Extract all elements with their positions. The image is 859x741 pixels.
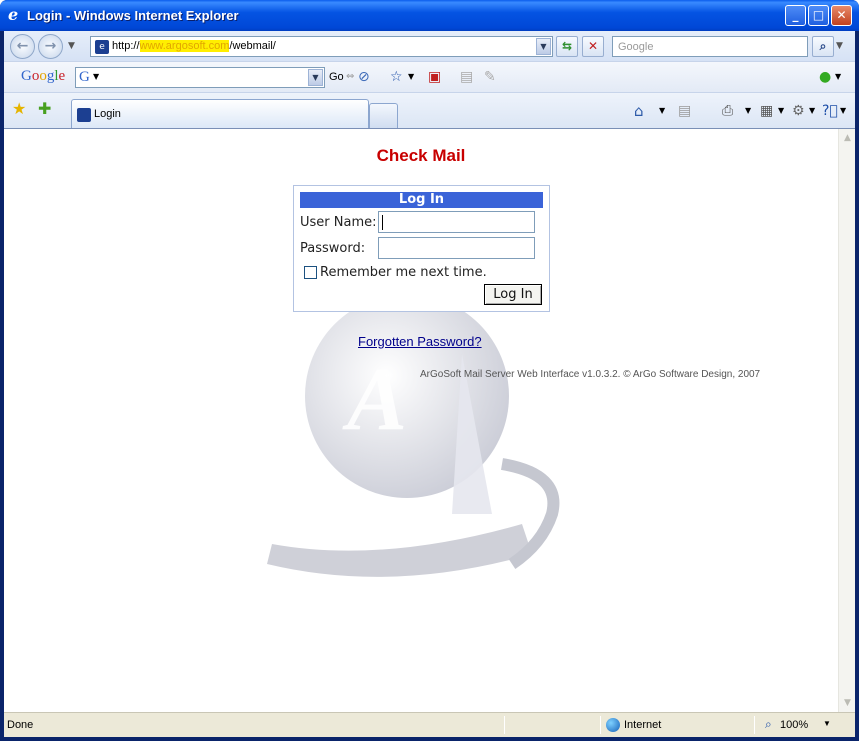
google-g-dropdown-icon[interactable]: ▼ xyxy=(93,67,99,87)
google-search-field[interactable]: G ▼ ▼ xyxy=(75,67,325,88)
address-url: http://www.argosoft.com/webmail/ xyxy=(112,40,276,52)
remember-label[interactable]: Remember me next time. xyxy=(320,265,487,280)
search-icon[interactable]: ⌕ xyxy=(812,36,834,57)
refresh-button[interactable]: ⇆ xyxy=(556,36,578,57)
window-title: Login - Windows Internet Explorer xyxy=(27,8,239,23)
tab-page-icon xyxy=(77,108,91,122)
back-button[interactable]: ← xyxy=(10,34,35,59)
page-title: Check Mail xyxy=(376,146,466,165)
address-dropdown-icon[interactable]: ▼ xyxy=(536,38,551,55)
tab-label: Login xyxy=(94,108,121,120)
address-row: ← → ▼ e http://www.argosoft.com/webmail/… xyxy=(4,31,855,61)
new-tab-button[interactable] xyxy=(369,103,398,129)
print-dropdown-icon[interactable]: ▼ xyxy=(745,101,751,121)
bookmark-star-icon[interactable]: ☆ xyxy=(390,67,403,87)
zoom-magnifier-icon[interactable]: ⌕ xyxy=(765,717,772,732)
login-button[interactable]: Log In xyxy=(484,284,542,305)
vertical-scrollbar[interactable]: ▲ ▼ xyxy=(838,129,855,712)
help-dropdown-icon[interactable]: ▼ xyxy=(840,101,846,121)
search-input[interactable]: Google xyxy=(612,36,808,57)
tab-login[interactable]: Login xyxy=(71,99,369,129)
google-g-icon: G xyxy=(79,69,90,85)
google-logo: Google xyxy=(21,68,66,84)
scroll-down-icon[interactable]: ▼ xyxy=(840,695,855,711)
popup-blocker-icon[interactable]: ▣ xyxy=(428,67,441,87)
status-bar: Done Internet ⌕ 100% ▼ xyxy=(4,712,855,737)
forgot-password-link[interactable]: Forgotten Password? xyxy=(358,334,482,349)
separator-arrows-icon: ⇔ xyxy=(346,71,355,82)
text-cursor xyxy=(382,215,383,230)
maximize-button[interactable]: □ xyxy=(808,5,829,26)
help-icon[interactable]: ?⃝ xyxy=(822,101,838,121)
password-label: Password: xyxy=(300,241,366,256)
zoom-level[interactable]: 100% xyxy=(780,719,808,731)
scroll-up-icon[interactable]: ▲ xyxy=(840,130,855,146)
search-options-icon[interactable]: ▼ xyxy=(836,36,843,56)
page-dropdown-icon[interactable]: ▼ xyxy=(778,101,784,121)
status-separator xyxy=(504,716,505,734)
status-separator xyxy=(600,716,601,734)
browser-chrome: ← → ▼ e http://www.argosoft.com/webmail/… xyxy=(4,31,855,129)
page-content: A Check Mail Log In User Name: Password:… xyxy=(4,128,855,712)
history-dropdown-icon[interactable]: ▼ xyxy=(68,36,75,56)
ie-logo-icon: e xyxy=(8,5,19,24)
compass-icon[interactable]: ⊘ xyxy=(358,67,370,87)
forward-button[interactable]: → xyxy=(38,34,63,59)
settings-dropdown-icon[interactable]: ▼ xyxy=(835,67,841,87)
username-label: User Name: xyxy=(300,215,377,230)
svg-text:A: A xyxy=(342,350,407,449)
title-bar: e Login - Windows Internet Explorer _ □ … xyxy=(0,0,859,31)
home-dropdown-icon[interactable]: ▼ xyxy=(659,101,665,121)
add-favorite-icon[interactable]: ✚ xyxy=(38,99,51,119)
status-text: Done xyxy=(7,719,34,731)
address-bar[interactable]: e http://www.argosoft.com/webmail/ ▼ xyxy=(90,36,553,57)
highlight-icon[interactable]: ✎ xyxy=(484,67,496,87)
home-icon[interactable]: ⌂ xyxy=(634,101,644,121)
internet-globe-icon xyxy=(606,718,620,732)
bookmark-dropdown-icon[interactable]: ▼ xyxy=(408,67,414,87)
login-box: Log In User Name: Password: Remember me … xyxy=(293,185,550,312)
favorites-star-icon[interactable]: ★ xyxy=(12,99,26,119)
browser-window: e Login - Windows Internet Explorer _ □ … xyxy=(0,0,859,741)
username-input[interactable] xyxy=(378,211,535,233)
status-separator xyxy=(754,716,755,734)
security-zone: Internet xyxy=(624,719,662,731)
tab-row: ★ ✚ Login ⌂ ▼ ▤ ⎙ ▼ ▦ ▼ ⚙ ▼ ?⃝ ▼ xyxy=(4,92,855,129)
google-field-dropdown-icon[interactable]: ▼ xyxy=(308,69,323,86)
google-toolbar: Google G ▼ ▼ Go ⇔ ⊘ ☆ ▼ ▣ ▤ ✎ ● ▼ xyxy=(4,61,855,92)
print-icon[interactable]: ⎙ xyxy=(722,101,733,121)
minimize-button[interactable]: _ xyxy=(785,5,806,26)
footer-copyright: ArGoSoft Mail Server Web Interface v1.0.… xyxy=(420,369,761,380)
status-green-icon[interactable]: ● xyxy=(819,67,831,87)
tools-dropdown-icon[interactable]: ▼ xyxy=(809,101,815,121)
close-button[interactable]: ✕ xyxy=(831,5,852,26)
feeds-icon[interactable]: ▤ xyxy=(678,101,691,121)
spellcheck-icon[interactable]: ▤ xyxy=(460,67,473,87)
tools-gear-icon[interactable]: ⚙ xyxy=(792,101,805,121)
zoom-dropdown-icon[interactable]: ▼ xyxy=(823,719,831,728)
page-icon: e xyxy=(95,40,109,54)
google-go-button[interactable]: Go xyxy=(329,67,344,87)
remember-checkbox[interactable] xyxy=(304,266,317,279)
password-input[interactable] xyxy=(378,237,535,259)
page-menu-icon[interactable]: ▦ xyxy=(760,101,773,121)
search-placeholder: Google xyxy=(618,41,654,53)
stop-button[interactable]: ✕ xyxy=(582,36,604,57)
login-header: Log In xyxy=(300,192,543,208)
